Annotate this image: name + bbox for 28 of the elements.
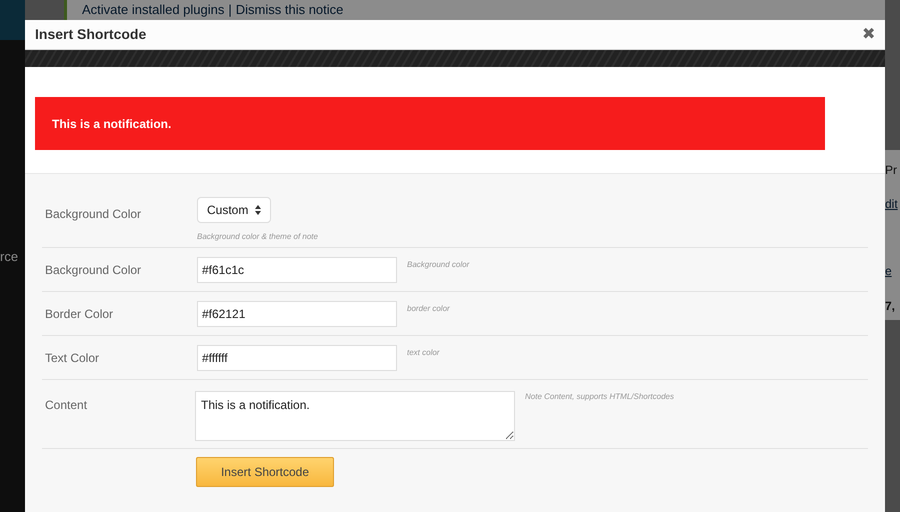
page-text: dit <box>885 198 898 210</box>
notice-link[interactable]: Dismiss this notice <box>236 2 344 17</box>
field-label: Content <box>44 397 88 414</box>
field-hint: border color <box>407 302 450 314</box>
input-field[interactable]: #ffffff <box>197 344 397 370</box>
field-hint: Note Content, supports HTML/Shortcodes <box>525 391 674 403</box>
text-area[interactable]: This is a notification. <box>195 391 515 441</box>
insert-shortcode-button[interactable]: Insert Shortcode <box>196 457 334 487</box>
field-hint: text color <box>407 346 440 358</box>
window-title: Insert Shortcode <box>35 25 146 44</box>
link-separator: | <box>228 2 232 17</box>
page-text: e <box>885 265 892 277</box>
sidebar-text: rce <box>0 250 18 263</box>
input-field[interactable]: #f61c1c <box>197 256 397 282</box>
field-label: Text Color <box>44 350 100 366</box>
field-label: Background Color <box>44 262 142 278</box>
notice-link[interactable]: Activate installed plugins <box>82 2 224 17</box>
field-hint: Background color <box>407 258 470 270</box>
close-button[interactable]: ✖ <box>862 26 875 42</box>
field-hint: Background color & theme of note <box>197 231 318 243</box>
notification-preview: This is a notification. <box>35 97 825 150</box>
dropdown[interactable]: Custom <box>197 197 271 223</box>
input-field[interactable]: #f62121 <box>197 300 397 326</box>
page-text: 7, <box>885 300 896 312</box>
dropdown-arrows-icon <box>255 205 261 215</box>
field-label: Border Color <box>44 306 114 322</box>
field-label: Background Color <box>44 206 142 223</box>
page-text: Pr <box>885 164 897 176</box>
